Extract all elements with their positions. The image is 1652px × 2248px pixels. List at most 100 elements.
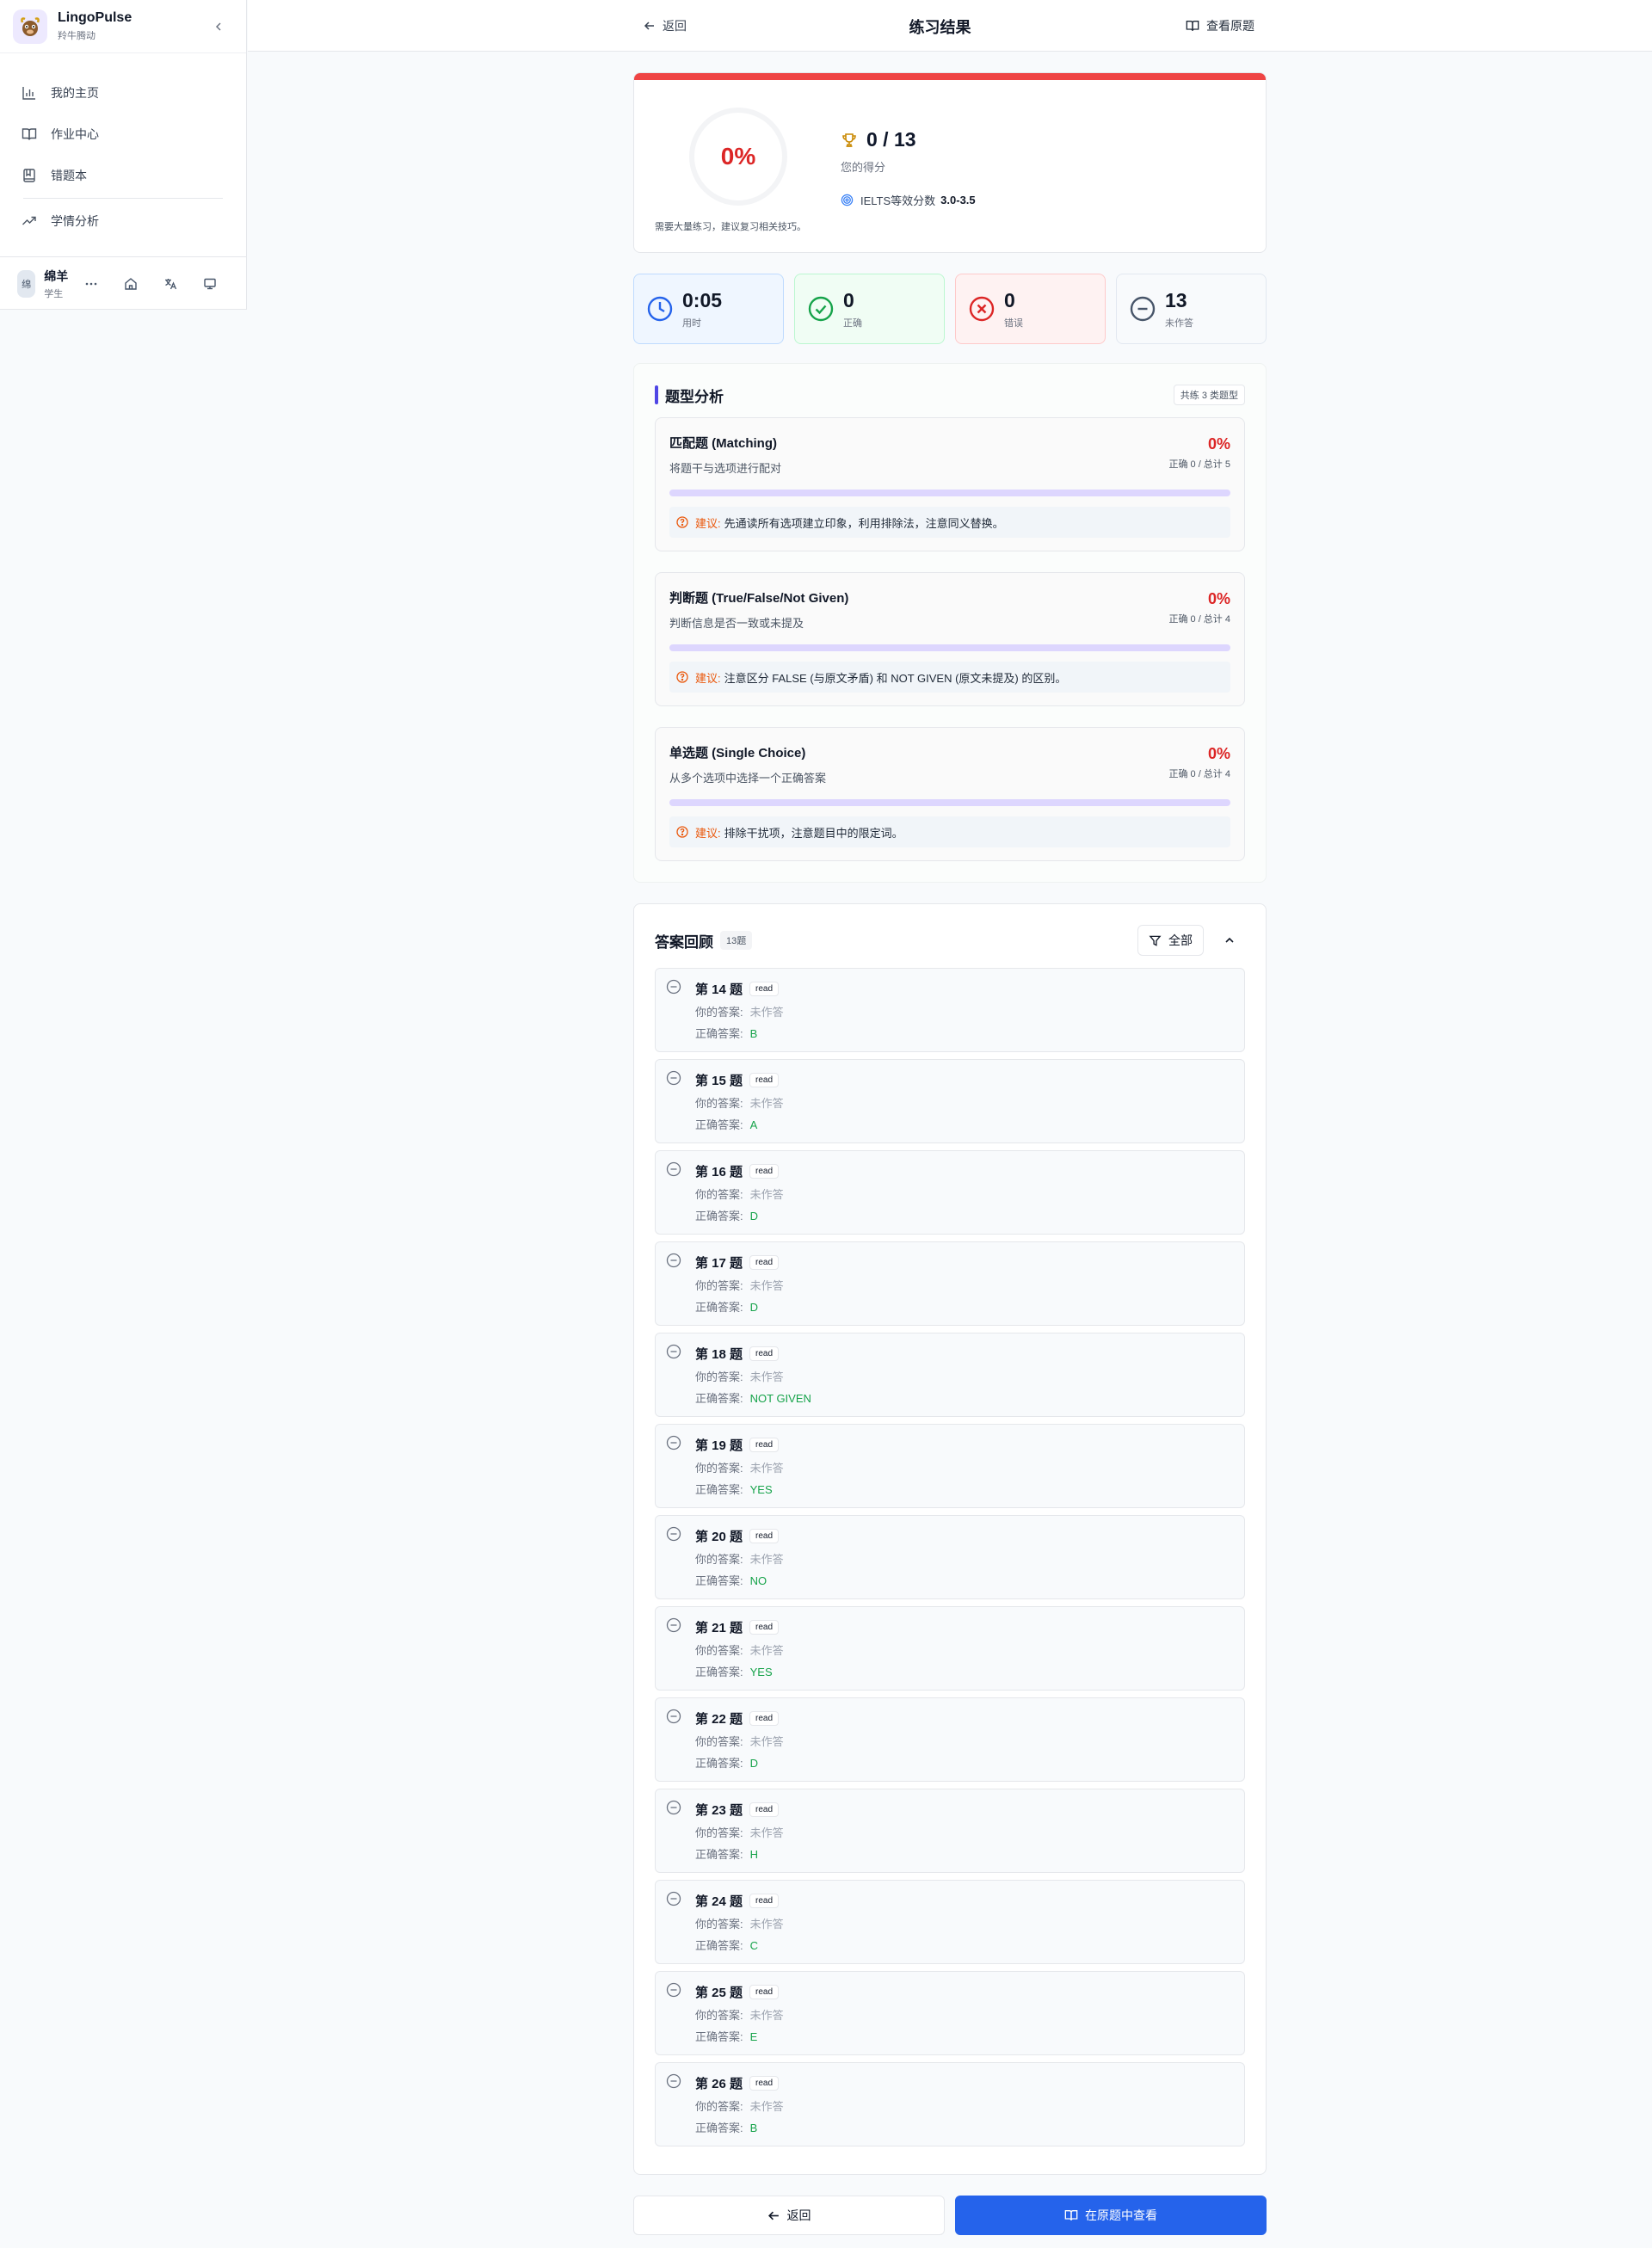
sidebar-item-homework[interactable]: 作业中心 [0,114,246,155]
minus-circle-icon [666,1526,681,1542]
sidebar-item-mistakes[interactable]: 错题本 [0,155,246,196]
qtype-tip: 建议: 先通读所有选项建立印象，利用排除法，注意同义替换。 [669,507,1230,538]
qtype-desc: 判断信息是否一致或未提及 [669,617,804,630]
your-answer-value: 未作答 [749,1097,784,1110]
arrow-left-icon [767,2211,779,2220]
home-button[interactable] [111,271,151,297]
collapse-sidebar-button[interactable] [210,18,227,35]
your-answer-value: 未作答 [749,1735,784,1748]
correct-answer-label: 正确答案: [695,2030,743,2043]
tip-label: 建议: [695,826,721,840]
question-item[interactable]: 第 24 题 read 你的答案: 未作答 正确答案: C [655,1880,1245,1964]
correct-answer-value: YES [749,1666,773,1678]
sidebar-item-analytics[interactable]: 学情分析 [0,200,246,242]
question-item[interactable]: 第 25 题 read 你的答案: 未作答 正确答案: E [655,1971,1245,2055]
question-item[interactable]: 第 20 题 read 你的答案: 未作答 正确答案: NO [655,1515,1245,1599]
tip-text: 排除干扰项，注意题目中的限定词。 [724,826,903,840]
correct-answer-row: 正确答案: B [695,1025,1234,1041]
question-number: 第 23 题 [695,1802,743,1818]
sidebar-item-home[interactable]: 我的主页 [0,72,246,114]
question-item[interactable]: 第 17 题 read 你的答案: 未作答 正确答案: D [655,1241,1245,1326]
correct-answer-row: 正确答案: NOT GIVEN [695,1389,1234,1406]
avatar[interactable]: 绵 [17,269,36,298]
stat-unanswered: 13 未作答 [1116,274,1267,344]
score-ring: 0% [689,108,787,206]
minus-circle-icon [666,1709,681,1724]
view-original-button[interactable]: 查看原题 [1186,17,1254,34]
question-item[interactable]: 第 15 题 read 你的答案: 未作答 正确答案: A [655,1059,1245,1143]
correct-answer-value: D [749,1210,759,1223]
correct-answer-label: 正确答案: [695,1757,743,1770]
stat-value: 0 [1004,288,1015,311]
tip-text: 注意区分 FALSE (与原文矛盾) 和 NOT GIVEN (原文未提及) 的… [724,671,1067,685]
chevron-left-icon [215,22,221,31]
question-item[interactable]: 第 16 题 read 你的答案: 未作答 正确答案: D [655,1150,1245,1235]
qtype-progress-bar [669,644,1230,651]
qtype-name: 单选题 (Single Choice) [669,746,806,761]
user-name: 绵羊 [44,268,69,283]
qtype-percent: 0% [1207,435,1230,453]
your-answer-label: 你的答案: [695,1644,743,1657]
your-answer-row: 你的答案: 未作答 [695,1824,1234,1840]
correct-answer-label: 正确答案: [695,1392,743,1405]
question-tag: read [749,1072,780,1087]
question-tag: read [749,981,780,996]
qtype-name: 判断题 (True/False/Not Given) [669,591,849,606]
question-item[interactable]: 第 14 题 read 你的答案: 未作答 正确答案: B [655,968,1245,1052]
correct-answer-value: D [749,1301,759,1314]
question-tag: read [749,1254,780,1270]
stat-value: 13 [1165,288,1187,311]
stat-label: 未作答 [1165,317,1193,329]
your-answer-row: 你的答案: 未作答 [695,1368,1234,1384]
your-answer-row: 你的答案: 未作答 [695,1915,1234,1931]
your-answer-label: 你的答案: [695,1097,743,1110]
language-button[interactable] [151,271,190,297]
nav-divider [23,198,223,199]
qtype-progress-bar [669,799,1230,806]
back-button[interactable]: 返回 [633,2196,945,2235]
question-item[interactable]: 第 23 题 read 你的答案: 未作答 正确答案: H [655,1789,1245,1873]
question-tag: read [749,1893,780,1908]
collapse-review-button[interactable] [1214,925,1245,956]
user-bar: 绵 绵羊 学生 [0,256,247,310]
correct-answer-row: 正确答案: YES [695,1481,1234,1497]
minus-circle-icon [666,1344,681,1359]
stat-value: 0 [843,288,854,311]
view-in-original-button[interactable]: 在原题中查看 [955,2196,1267,2235]
display-button[interactable] [190,271,230,297]
question-item[interactable]: 第 18 题 read 你的答案: 未作答 正确答案: NOT GIVEN [655,1333,1245,1417]
filter-button[interactable]: 全部 [1137,925,1204,956]
your-answer-label: 你的答案: [695,2100,743,2113]
view-in-original-label: 在原题中查看 [1085,2208,1157,2222]
correct-answer-value: H [749,1848,759,1861]
score-hint: 需要大量练习，建议复习相关技巧。 [655,222,806,232]
score-accent-bar [634,73,1266,80]
minus-circle-icon [666,2073,681,2089]
correct-answer-label: 正确答案: [695,1939,743,1952]
check-circle-icon [808,296,834,322]
correct-answer-value: E [749,2030,758,2043]
your-answer-label: 你的答案: [695,1462,743,1475]
your-answer-row: 你的答案: 未作答 [695,1186,1234,1202]
bottom-actions: 返回 在原题中查看 [633,2196,1267,2235]
minus-circle-icon [666,1435,681,1450]
question-item[interactable]: 第 19 题 read 你的答案: 未作答 正确答案: YES [655,1424,1245,1508]
question-item[interactable]: 第 21 题 read 你的答案: 未作答 正确答案: YES [655,1606,1245,1691]
more-button[interactable] [71,271,111,297]
correct-answer-value: A [749,1118,758,1131]
question-item[interactable]: 第 26 题 read 你的答案: 未作答 正确答案: B [655,2062,1245,2146]
correct-answer-row: 正确答案: B [695,2119,1234,2135]
qtype-card-matching: 匹配题 (Matching) 将题干与选项进行配对 0% 正确 0 / 总计 5… [655,417,1245,551]
question-tag: read [749,1528,780,1543]
question-item[interactable]: 第 22 题 read 你的答案: 未作答 正确答案: D [655,1697,1245,1782]
qtype-count: 正确 0 / 总计 5 [1168,459,1230,470]
correct-answer-label: 正确答案: [695,1574,743,1587]
score-label: 您的得分 [841,161,886,174]
title-accent-bar [655,385,658,404]
your-answer-label: 你的答案: [695,1006,743,1019]
your-answer-row: 你的答案: 未作答 [695,1003,1234,1019]
question-number: 第 25 题 [695,1985,743,2000]
question-number: 第 26 题 [695,2076,743,2091]
filter-label: 全部 [1168,933,1193,947]
minus-circle-icon [666,979,681,995]
